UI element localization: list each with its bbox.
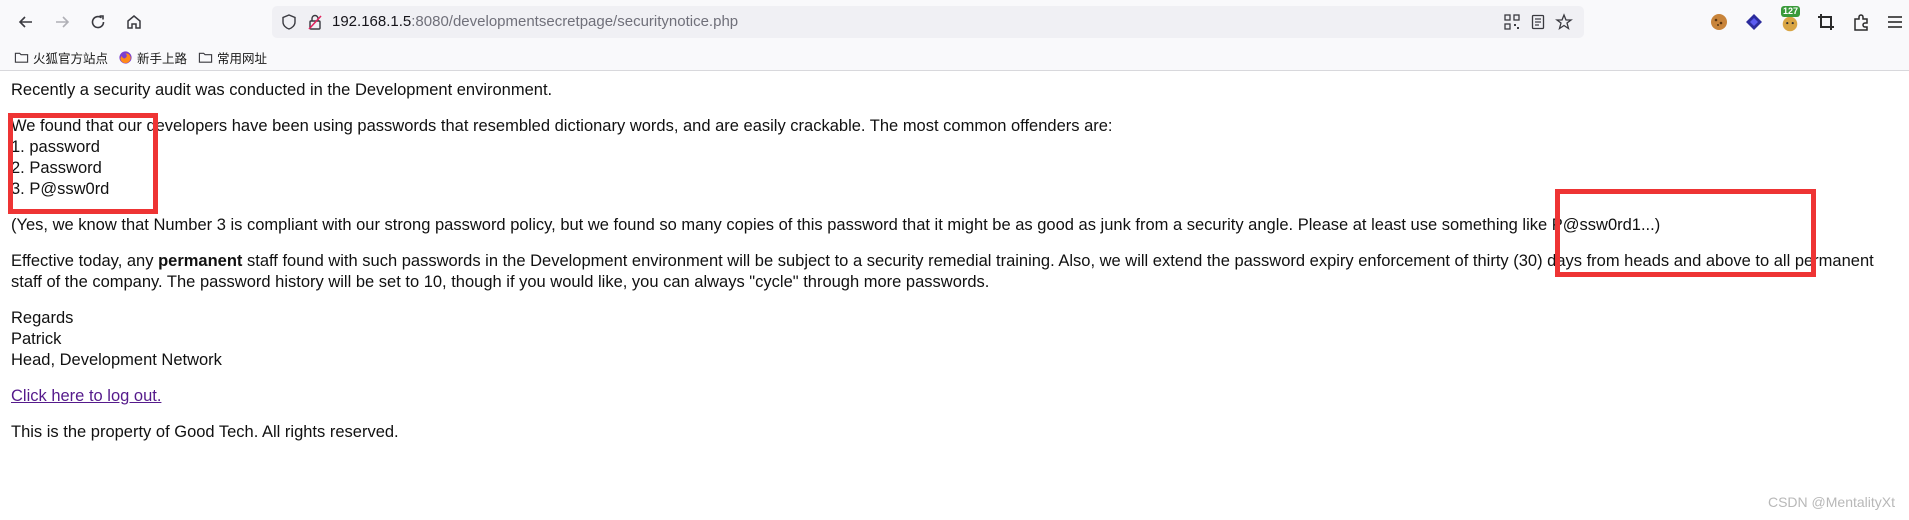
signer-role: Head, Development Network	[11, 351, 222, 369]
home-icon	[127, 15, 141, 29]
bookmark-label: 常用网址	[217, 52, 268, 66]
reload-icon	[91, 15, 105, 29]
findings-paragraph: We found that our developers have been u…	[11, 116, 1896, 200]
watermark: CSDN @MentalityXt	[1767, 494, 1895, 510]
logout-paragraph: Click here to log out.	[11, 386, 1896, 407]
signature: Regards Patrick Head, Development Networ…	[11, 308, 1896, 371]
url-host: 192.168.1.5	[332, 13, 412, 30]
reload-button[interactable]	[86, 10, 110, 34]
bookmark-common-sites[interactable]: 常用网址	[198, 48, 267, 67]
bookmark-label: 火狐官方站点	[33, 52, 109, 66]
firefox-icon	[119, 51, 132, 64]
regards-text: Regards	[11, 309, 74, 327]
layers-extension-icon[interactable]	[1743, 11, 1765, 33]
folder-icon	[14, 52, 29, 63]
home-button[interactable]	[122, 10, 146, 34]
findings-text: We found that our developers have been u…	[11, 117, 1113, 135]
highlight-box-password-list	[8, 113, 158, 214]
browser-toolbar: 192.168.1.5:8080/developmentsecretpage/s…	[0, 0, 1909, 44]
menu-icon[interactable]	[1884, 11, 1906, 33]
address-bar[interactable]: 192.168.1.5:8080/developmentsecretpage/s…	[272, 6, 1584, 38]
signer-name: Patrick	[11, 330, 62, 348]
logout-link[interactable]: Click here to log out.	[11, 387, 161, 405]
arrow-right-icon	[56, 16, 70, 28]
qr-code-icon[interactable]	[1503, 13, 1521, 31]
extension-badge: 127	[1781, 6, 1801, 17]
url-path: :8080/developmentsecretpage/securitynoti…	[411, 13, 739, 30]
extensions-puzzle-icon[interactable]	[1850, 11, 1872, 33]
footer-text: This is the property of Good Tech. All r…	[11, 423, 399, 441]
shield-icon[interactable]	[280, 13, 298, 31]
puppy-extension-icon	[1782, 16, 1798, 32]
cookie-extension-icon[interactable]	[1708, 11, 1730, 33]
arrow-left-icon	[18, 16, 32, 28]
highlight-box-password-suggestion	[1555, 189, 1816, 277]
bookmark-getting-started[interactable]: 新手上路	[118, 48, 187, 67]
crop-tool-icon[interactable]	[1815, 11, 1837, 33]
reader-view-icon[interactable]	[1529, 13, 1547, 31]
bookmark-label: 新手上路	[137, 52, 188, 66]
policy-text-start: Effective today, any	[11, 252, 159, 270]
insecure-lock-icon[interactable]	[306, 13, 324, 31]
bookmark-star-icon[interactable]	[1555, 13, 1573, 31]
bookmark-official-site[interactable]: 火狐官方站点	[14, 48, 108, 67]
badge-extension-button[interactable]: 127	[1778, 6, 1804, 34]
forward-button[interactable]	[50, 10, 74, 34]
bookmarks-bar: 火狐官方站点 新手上路 常用网址	[0, 44, 1909, 71]
permanent-emphasis: permanent	[158, 252, 243, 270]
intro-paragraph: Recently a security audit was conducted …	[11, 81, 553, 99]
folder-icon	[198, 52, 213, 63]
back-button[interactable]	[14, 10, 38, 34]
url-text[interactable]: 192.168.1.5:8080/developmentsecretpage/s…	[332, 13, 738, 30]
